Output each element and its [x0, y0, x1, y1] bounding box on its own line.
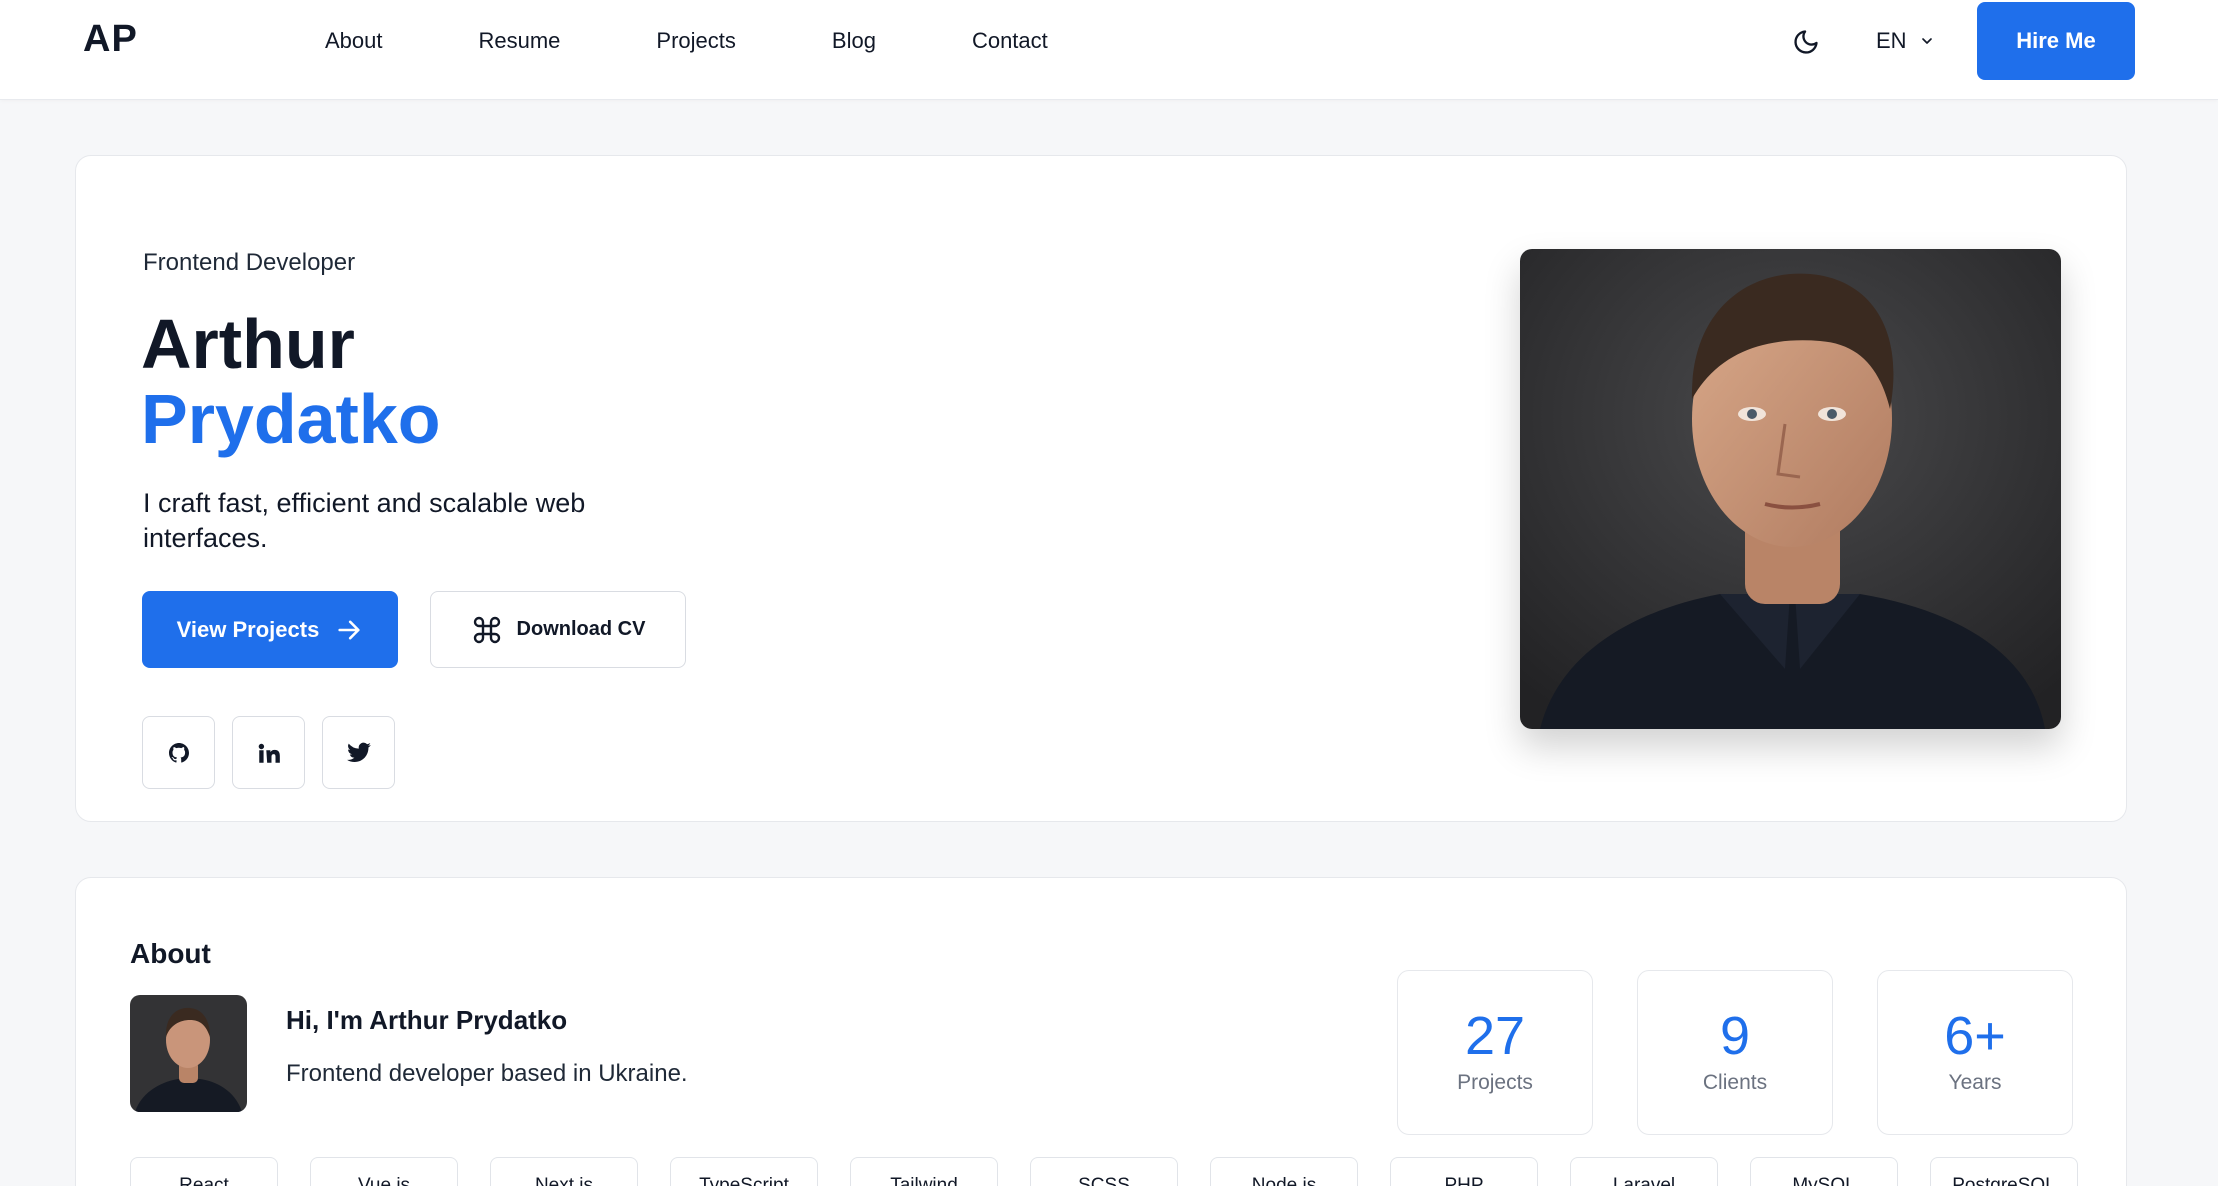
arrow-right-icon: [338, 620, 360, 639]
stat-projects: 27 Projects: [1397, 970, 1593, 1135]
github-link[interactable]: [142, 716, 215, 789]
skill-tag: TypeScript: [670, 1157, 818, 1186]
hero-tagline: I craft fast, efficient and scalable web…: [143, 488, 586, 553]
about-greeting: Hi, I'm Arthur Prydatko: [286, 1005, 568, 1035]
hero-first-name: Arthur: [141, 305, 355, 383]
stat-years: 6+ Years: [1877, 970, 2073, 1135]
language-label: EN: [1876, 28, 1907, 53]
nav-projects[interactable]: Projects: [656, 26, 735, 56]
download-cv-button[interactable]: Download CV: [430, 591, 686, 668]
hero-last-name: Prydatko: [141, 380, 441, 458]
main-nav: About Resume Projects Blog Contact: [325, 26, 1144, 56]
command-icon: [473, 616, 500, 643]
moon-icon: [1794, 30, 1818, 54]
avatar: [130, 995, 247, 1112]
skill-tag: Vue.js: [310, 1157, 458, 1186]
skill-tag: SCSS: [1030, 1157, 1178, 1186]
stat-label: Clients: [1702, 1071, 1768, 1094]
portrait-illustration: [1520, 249, 2061, 729]
hire-me-button[interactable]: Hire Me: [1977, 2, 2135, 80]
skill-tag: Tailwind: [850, 1157, 998, 1186]
nav-about[interactable]: About: [325, 26, 383, 56]
linkedin-link[interactable]: [232, 716, 305, 789]
stat-label: Projects: [1457, 1071, 1533, 1094]
view-projects-label: View Projects: [176, 616, 320, 642]
skill-tag: PHP: [1390, 1157, 1538, 1186]
linkedin-icon: [258, 743, 280, 763]
nav-blog[interactable]: Blog: [832, 26, 876, 56]
logo[interactable]: AP: [83, 18, 138, 61]
skill-tag: PostgreSQL: [1930, 1157, 2078, 1186]
stat-clients: 9 Clients: [1637, 970, 1833, 1135]
site-header: AP About Resume Projects Blog Contact EN…: [0, 0, 2218, 100]
about-title: About: [130, 938, 211, 969]
skill-tag: React: [130, 1157, 278, 1186]
hero-role: Frontend Developer: [143, 249, 356, 276]
twitter-link[interactable]: [322, 716, 395, 789]
avatar-illustration: [130, 995, 247, 1112]
hero-card: Frontend Developer Arthur Prydatko I cra…: [75, 155, 2127, 822]
stat-label: Years: [1948, 1071, 2002, 1094]
github-icon: [168, 742, 189, 763]
nav-resume[interactable]: Resume: [479, 26, 561, 56]
stat-value: 6+: [1944, 1006, 2006, 1066]
skill-tag: MySQL: [1750, 1157, 1898, 1186]
language-selector[interactable]: EN: [1876, 26, 1935, 56]
stat-value: 9: [1719, 1006, 1751, 1066]
nav-contact[interactable]: Contact: [972, 26, 1048, 56]
view-projects-button[interactable]: View Projects: [142, 591, 398, 668]
about-card: About Hi, I'm Arthur Prydatko Frontend d…: [75, 877, 2127, 1186]
theme-toggle-button[interactable]: [1789, 25, 1823, 59]
twitter-icon: [346, 742, 371, 762]
skill-tag: Node.js: [1210, 1157, 1358, 1186]
skill-tag: Laravel: [1570, 1157, 1718, 1186]
chevron-down-icon: [1921, 38, 1932, 44]
download-cv-label: Download CV: [516, 618, 646, 640]
profile-photo: [1520, 249, 2061, 729]
stat-value: 27: [1464, 1006, 1526, 1066]
about-bio: Frontend developer based in Ukraine.: [286, 1060, 688, 1087]
skill-tag: Next.js: [490, 1157, 638, 1186]
